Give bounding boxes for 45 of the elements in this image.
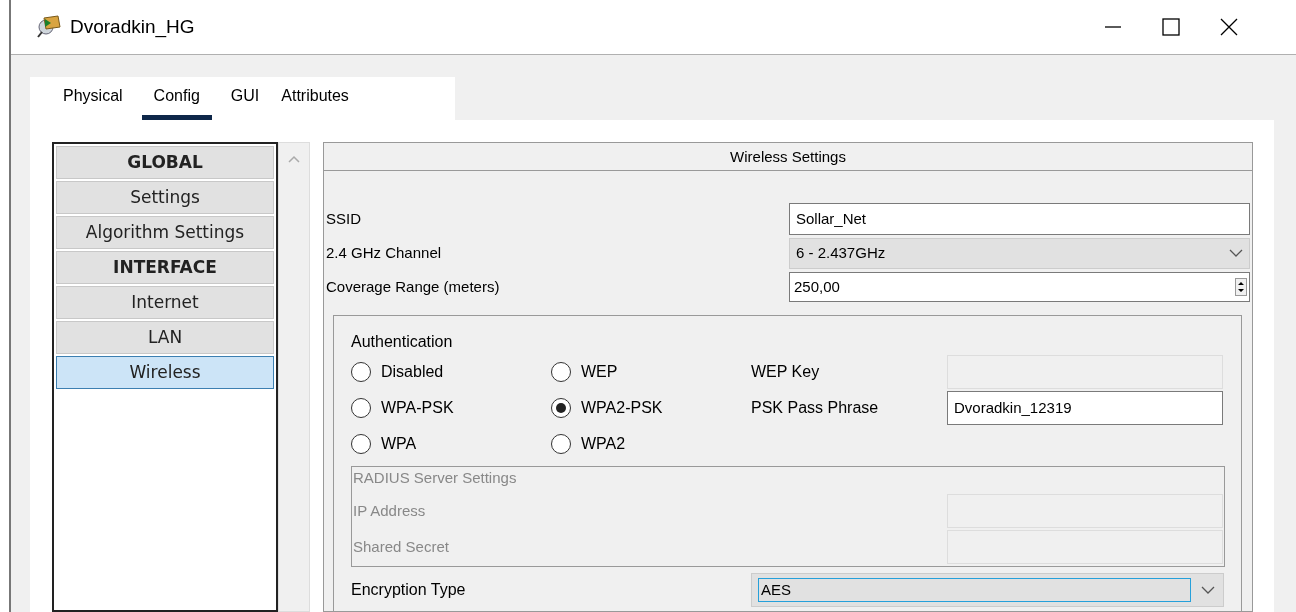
group-title: Authentication <box>351 332 454 352</box>
field-label: Coverage Range (meters) <box>325 276 501 297</box>
field-label: IP Address <box>352 500 427 521</box>
encryption-dropdown[interactable]: AES <box>751 573 1224 607</box>
key-label: PSK Pass Phrase <box>751 398 880 418</box>
sidebar-item[interactable]: Settings <box>56 181 274 214</box>
radio-label: WEP <box>581 362 618 382</box>
sidebar-header: GLOBAL <box>56 146 274 179</box>
dropdown-caret-icon[interactable] <box>1229 249 1243 257</box>
spinner-icon[interactable] <box>1235 278 1247 296</box>
sidebar-item[interactable]: Algorithm Settings <box>56 216 274 249</box>
dropdown-caret-icon[interactable] <box>1201 586 1215 594</box>
field-label: SSID <box>325 208 362 229</box>
radio-button[interactable] <box>351 398 371 418</box>
radio-label: WPA2-PSK <box>581 398 663 418</box>
sidebar-item[interactable]: Internet <box>56 286 274 319</box>
maximize-icon[interactable] <box>1162 18 1180 36</box>
text-field[interactable]: Sollar_Net <box>789 203 1250 235</box>
radio-label: Disabled <box>381 362 444 382</box>
field-label: 2.4 GHz Channel <box>325 242 443 263</box>
field-label: Shared Secret <box>352 536 450 557</box>
group-title: RADIUS Server Settings <box>352 468 518 488</box>
radio-button[interactable] <box>551 398 571 418</box>
scrollbar[interactable] <box>278 142 310 612</box>
radio-label: WPA <box>381 434 417 454</box>
radio-button[interactable] <box>351 434 371 454</box>
sidebar-item[interactable]: LAN <box>56 321 274 354</box>
radio-button[interactable] <box>551 362 571 382</box>
close-icon[interactable] <box>1220 18 1238 36</box>
radio-label: WPA2 <box>581 434 626 454</box>
tab[interactable]: GUI <box>219 77 271 120</box>
panel-title: Wireless Settings <box>324 143 1252 171</box>
number-field[interactable]: 250,00 <box>789 272 1250 302</box>
field-label: Encryption Type <box>351 580 467 600</box>
channel-dropdown[interactable]: 6 - 2.437GHz <box>789 237 1250 269</box>
sidebar-header: INTERFACE <box>56 251 274 284</box>
key-field[interactable]: Dvoradkin_12319 <box>947 391 1223 425</box>
radio-label: WPA-PSK <box>381 398 454 418</box>
key-label: WEP Key <box>751 362 821 382</box>
sidebar-item[interactable]: Wireless <box>56 356 274 389</box>
tab[interactable]: Attributes <box>270 77 360 120</box>
tab[interactable]: Physical <box>52 77 134 120</box>
radio-button[interactable] <box>351 362 371 382</box>
window-title: Dvoradkin_HG <box>70 14 195 40</box>
radio-button[interactable] <box>551 434 571 454</box>
